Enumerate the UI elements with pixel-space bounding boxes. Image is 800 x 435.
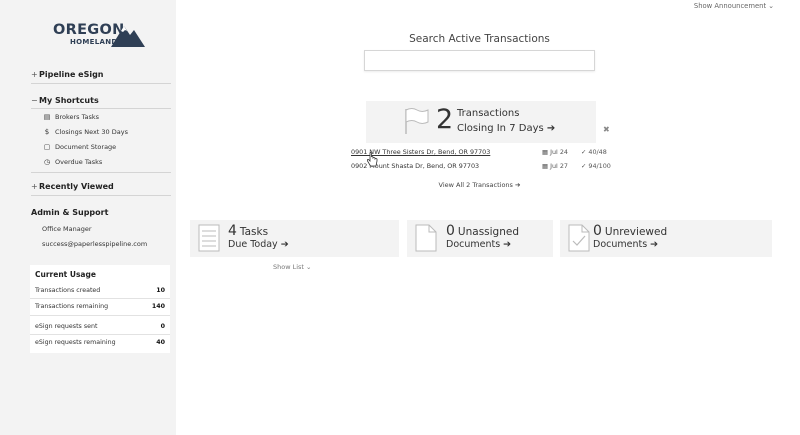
date-text: Jul 24 — [550, 148, 568, 156]
unassigned-label: Unassigned — [457, 226, 519, 238]
flag-icon — [405, 108, 429, 134]
dollar-icon: $ — [44, 128, 50, 136]
shortcut-label: Brokers Tasks — [55, 113, 100, 121]
view-all-transactions-link[interactable]: View All 2 Transactions ➔ — [176, 181, 783, 189]
hand-cursor-icon — [366, 152, 378, 167]
close-icon[interactable]: ✖ — [603, 125, 610, 134]
usage-row: eSign requests sent 0 — [35, 323, 165, 330]
office-manager-link[interactable]: Office Manager — [42, 225, 92, 233]
admin-support-heading: Admin & Support — [31, 208, 109, 217]
task-list-icon — [198, 224, 220, 252]
reviewed-document-icon — [568, 224, 590, 252]
unassigned-documents-card[interactable]: 0 Unassigned Documents ➔ — [407, 220, 553, 257]
shortcut-label: Closings Next 30 Days — [55, 128, 128, 136]
usage-row: Transactions created 10 — [35, 287, 165, 294]
sidebar-pipeline-esign[interactable]: +Pipeline eSign — [31, 70, 104, 79]
divider — [31, 83, 171, 84]
clipboard-icon: ▤ — [43, 113, 51, 121]
unreviewed-count: 0 — [593, 223, 602, 239]
support-email-link[interactable]: success@paperlesspipeline.com — [42, 240, 147, 248]
unreviewed-documents-card[interactable]: 0 Unreviewed Documents ➔ — [560, 220, 772, 257]
closing-label-line2: Closing In 7 Days ➔ — [457, 123, 556, 134]
usage-row: eSign requests remaining 40 — [35, 339, 165, 346]
usage-title: Current Usage — [35, 270, 96, 279]
recently-viewed-label: Recently Viewed — [39, 182, 114, 191]
usage-label: Transactions created — [35, 287, 101, 294]
document-icon — [415, 224, 437, 252]
usage-value: 140 — [151, 303, 165, 310]
show-announcement-toggle[interactable]: Show Announcement ⌄ — [694, 2, 774, 10]
clock-icon: ◷ — [43, 158, 51, 166]
calendar-icon: ▦ — [542, 162, 551, 170]
transaction-progress: ✓ 40/48 — [581, 148, 607, 156]
tasks-label: Tasks — [239, 226, 269, 238]
show-list-toggle[interactable]: Show List ⌄ — [273, 263, 311, 271]
divider — [31, 172, 171, 173]
shortcut-label: Document Storage — [55, 143, 117, 151]
usage-label: Transactions remaining — [35, 303, 109, 310]
shortcut-closings-next-30-days[interactable]: $ Closings Next 30 Days — [42, 128, 128, 136]
progress-text: 40/48 — [588, 148, 607, 156]
file-icon: ▢ — [43, 143, 51, 151]
unassigned-line2: Documents ➔ — [446, 239, 512, 250]
closing-count: 2 — [436, 104, 454, 135]
usage-value: 0 — [160, 323, 165, 330]
pipeline-esign-label: Pipeline eSign — [39, 70, 104, 79]
tasks-count: 4 — [228, 223, 237, 239]
calendar-icon: ▦ — [542, 148, 551, 156]
usage-label: eSign requests sent — [35, 323, 98, 330]
main-content: Show Announcement ⌄ Search Active Transa… — [176, 0, 800, 435]
closing-label-line1: Transactions — [457, 108, 520, 119]
divider — [30, 315, 170, 316]
tasks-line2: Due Today ➔ — [228, 239, 289, 250]
unreviewed-label: Unreviewed — [604, 226, 668, 238]
divider — [31, 195, 171, 196]
mountain-icon — [111, 26, 145, 47]
tasks-due-today-card[interactable]: 4 Tasks Due Today ➔ — [190, 220, 399, 257]
unassigned-count: 0 — [446, 223, 455, 239]
transaction-date: ▦ Jul 27 — [542, 162, 568, 170]
unassigned-line1: 0 Unassigned — [446, 223, 519, 239]
unreviewed-line2: Documents ➔ — [593, 239, 659, 250]
shortcut-label: Overdue Tasks — [55, 158, 103, 166]
search-input[interactable] — [364, 50, 595, 71]
usage-label: eSign requests remaining — [35, 339, 116, 346]
sidebar: OREGON HOMELAND +Pipeline eSign −My Shor… — [0, 0, 175, 435]
sidebar-my-shortcuts[interactable]: −My Shortcuts — [31, 96, 99, 105]
current-usage-panel: Current Usage Transactions created 10 Tra… — [30, 265, 170, 353]
shortcut-document-storage[interactable]: ▢ Document Storage — [42, 143, 117, 151]
divider — [30, 298, 170, 299]
divider — [30, 334, 170, 335]
sidebar-recently-viewed[interactable]: +Recently Viewed — [31, 182, 114, 191]
closing-transactions-card[interactable]: 2 Transactions Closing In 7 Days ➔ — [366, 101, 596, 143]
search-title: Search Active Transactions — [409, 33, 550, 45]
oregon-homeland-logo[interactable]: OREGON HOMELAND — [53, 22, 153, 52]
progress-text: 94/100 — [588, 162, 611, 170]
divider — [31, 108, 171, 109]
usage-row: Transactions remaining 140 — [35, 303, 165, 310]
unreviewed-line1: 0 Unreviewed — [593, 223, 667, 239]
transaction-date: ▦ Jul 24 — [542, 148, 568, 156]
date-text: Jul 27 — [550, 162, 568, 170]
shortcut-overdue-tasks[interactable]: ◷ Overdue Tasks — [42, 158, 102, 166]
shortcut-brokers-tasks[interactable]: ▤ Brokers Tasks — [42, 113, 99, 121]
tasks-line1: 4 Tasks — [228, 223, 268, 239]
usage-value: 10 — [156, 287, 165, 294]
usage-value: 40 — [156, 339, 165, 346]
transaction-progress: ✓ 94/100 — [581, 162, 611, 170]
my-shortcuts-label: My Shortcuts — [39, 96, 99, 105]
